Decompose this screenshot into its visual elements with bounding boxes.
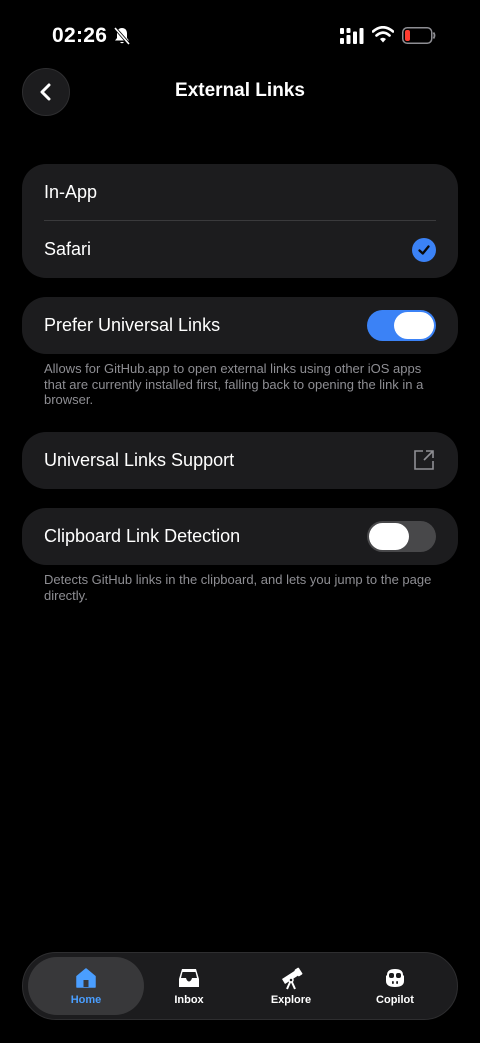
open-in-options-card: In-App Safari — [22, 164, 458, 278]
clipboard-detection-label: Clipboard Link Detection — [44, 526, 241, 546]
universal-links-support-label: Universal Links Support — [44, 450, 235, 470]
universal-links-row: Prefer Universal Links — [22, 297, 458, 354]
cellular-signal-icon — [340, 28, 364, 44]
tab-copilot-label: Copilot — [376, 994, 414, 1006]
universal-links-description: Allows for GitHub.app to open external l… — [44, 361, 424, 407]
tab-explore[interactable]: Explore — [239, 957, 343, 1015]
clipboard-detection-row: Clipboard Link Detection — [22, 508, 458, 565]
tab-copilot[interactable]: Copilot — [343, 957, 447, 1015]
universal-links-support-card[interactable]: Universal Links Support — [22, 432, 458, 489]
external-link-icon — [414, 450, 434, 470]
checkmark-icon — [412, 238, 436, 262]
universal-links-label: Prefer Universal Links — [44, 315, 221, 335]
battery-low-icon — [402, 27, 436, 44]
status-bar: 02:26 — [0, 0, 480, 70]
house-icon — [76, 968, 96, 988]
tab-home[interactable]: Home — [28, 957, 144, 1015]
universal-links-toggle[interactable] — [367, 310, 436, 341]
tab-explore-label: Explore — [270, 994, 312, 1006]
option-in-app-label: In-App — [44, 182, 98, 202]
option-safari[interactable]: Safari — [22, 221, 458, 278]
tab-inbox-label: Inbox — [174, 994, 204, 1006]
copilot-icon — [386, 969, 404, 987]
toggle-knob — [369, 523, 409, 550]
toggle-knob — [394, 312, 434, 339]
bell-slash-icon — [113, 26, 131, 46]
page-title: External Links — [175, 80, 305, 101]
tab-bar: Home Inbox Explore Copilot — [22, 952, 458, 1020]
tab-inbox[interactable]: Inbox — [137, 957, 241, 1015]
telescope-icon — [282, 967, 303, 990]
tab-home-label: Home — [70, 994, 102, 1006]
universal-links-card: Prefer Universal Links — [22, 297, 458, 354]
wifi-icon — [372, 26, 394, 43]
clipboard-detection-card: Clipboard Link Detection — [22, 508, 458, 565]
inbox-icon — [179, 969, 199, 987]
clipboard-detection-toggle[interactable] — [367, 521, 436, 552]
option-in-app[interactable]: In-App — [22, 164, 458, 221]
status-time: 02:26 — [52, 24, 108, 47]
option-safari-label: Safari — [44, 239, 92, 259]
universal-links-support-row[interactable]: Universal Links Support — [22, 432, 458, 489]
clipboard-detection-description: Detects GitHub links in the clipboard, a… — [44, 572, 432, 603]
